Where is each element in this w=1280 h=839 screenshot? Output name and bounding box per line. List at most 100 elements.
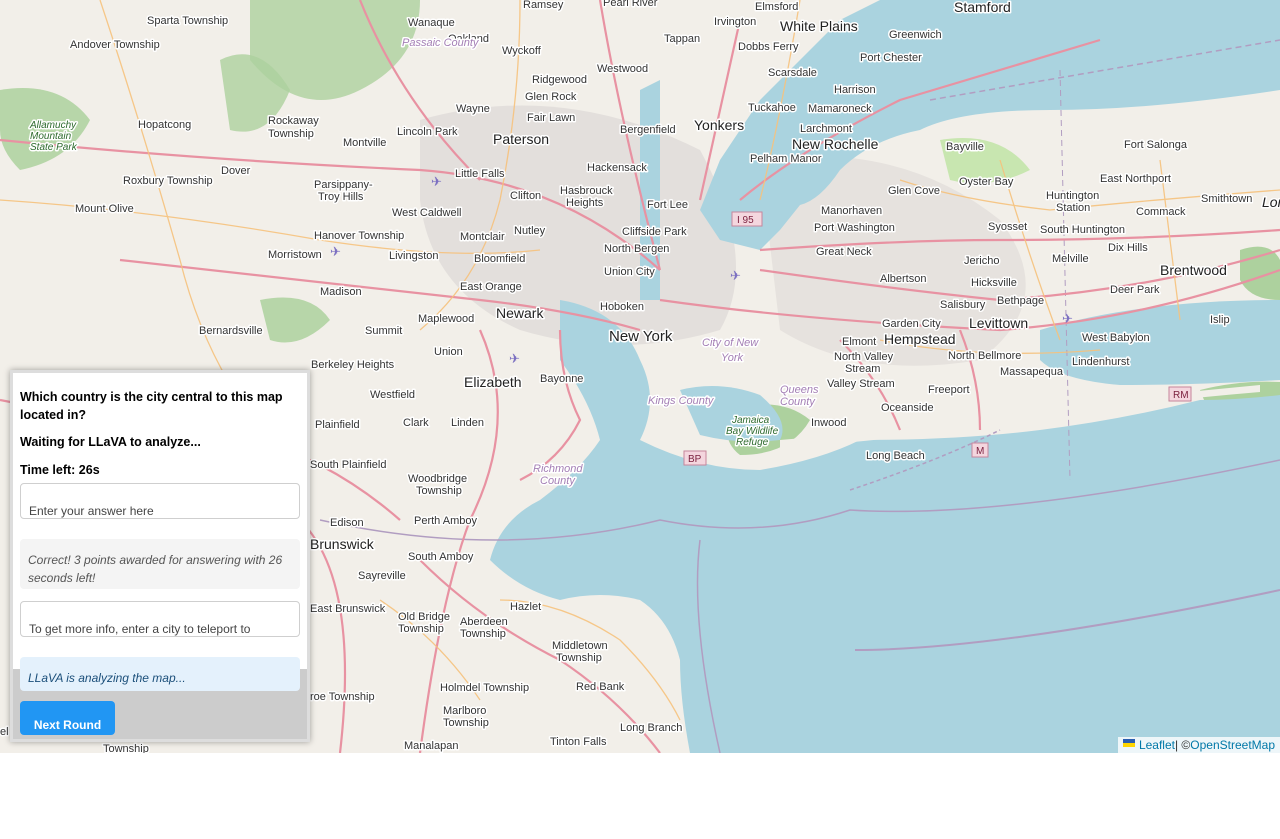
map-label: roe Township [310, 691, 375, 703]
airport-icon: ✈ [1062, 311, 1073, 326]
map-label: Dobbs Ferry [738, 41, 799, 53]
map-label: Jamaica [731, 415, 770, 426]
map-label: I 95 [737, 215, 754, 226]
map-label: Union [434, 346, 463, 358]
airport-icon: ✈ [730, 268, 741, 283]
airport-icon: ✈ [431, 174, 442, 189]
map-label: Melville [1052, 253, 1089, 265]
map-label: Summit [365, 325, 402, 337]
map-label: Bethpage [997, 295, 1044, 307]
map-label: Bayonne [540, 373, 583, 385]
map-label: New York [609, 328, 673, 345]
map-label: Oyster Bay [959, 176, 1014, 188]
map-label: Tinton Falls [550, 736, 607, 748]
map-label: Refuge [736, 437, 769, 448]
map-label: Inwood [811, 417, 846, 429]
map-label: Deer Park [1110, 284, 1160, 296]
map-label: Elizabeth [464, 374, 522, 390]
map-label: Port Washington [814, 222, 895, 234]
map-label: Tappan [664, 33, 700, 45]
map-attribution: Leaflet | © OpenStreetMap [1117, 737, 1280, 753]
teleport-input[interactable] [20, 601, 300, 637]
map-label: Parsippany- [314, 179, 373, 191]
map-label: Bernardsville [199, 325, 263, 337]
map-label: Bergenfield [620, 124, 676, 136]
map-label: Township [268, 128, 314, 140]
map-label: Freeport [928, 384, 970, 396]
map-label: City of New [702, 337, 759, 349]
airport-icon: ✈ [330, 244, 341, 259]
map-label: Fort Salonga [1124, 139, 1188, 151]
map-label: Fort Lee [647, 199, 688, 211]
map-label: North Bergen [604, 243, 669, 255]
map-label: Stream [845, 363, 880, 375]
map-label: New Rochelle [792, 136, 879, 152]
map-label: Levittown [969, 315, 1028, 331]
next-round-button[interactable]: Next Round [20, 701, 115, 735]
attribution-separator: | © [1174, 738, 1191, 752]
map-label: East Brunswick [310, 603, 386, 615]
map-label: Little Falls [455, 168, 505, 180]
map-label: Township [443, 717, 489, 729]
map-label: Station [1056, 202, 1090, 214]
map-label: Dix Hills [1108, 242, 1148, 254]
map-label: Greenwich [889, 29, 942, 41]
map-label: Glen Cove [888, 185, 940, 197]
map-label: Wyckoff [502, 45, 542, 57]
map-label: Rockaway [268, 115, 319, 127]
map-label: Woodbridge [408, 473, 467, 485]
map-label: Oceanside [881, 402, 934, 414]
map-label: South Plainfield [310, 459, 386, 471]
map-label: Paterson [493, 131, 549, 147]
map-label: Glen Rock [525, 91, 577, 103]
map-label: Ridgewood [532, 74, 587, 86]
map-label: Smithtown [1201, 193, 1252, 205]
leaflet-link[interactable]: Leaflet [1139, 737, 1175, 753]
map-label: Newark [496, 305, 544, 321]
map-label: East Orange [460, 281, 522, 293]
openstreetmap-link[interactable]: OpenStreetMap [1190, 737, 1275, 753]
map-label: North Bellmore [948, 350, 1021, 362]
map-label: Hasbrouck [560, 185, 613, 197]
map-label: Lincoln Park [397, 126, 458, 138]
map-label: Morristown [268, 249, 322, 261]
map-label: Linden [451, 417, 484, 429]
map-label: Richmond [533, 463, 583, 475]
map-label: el [0, 726, 9, 738]
map-label: East Northport [1100, 173, 1171, 185]
map-label: Maplewood [418, 313, 474, 325]
map-label: BP [688, 454, 702, 465]
map-label: County [780, 396, 816, 408]
map-label: Dover [221, 165, 251, 177]
map-label: Elmsford [755, 1, 798, 13]
map-label: Larchmont [800, 123, 852, 135]
map-label: Scarsdale [768, 67, 817, 79]
map-label: Ramsey [523, 0, 564, 11]
map-label: South Amboy [408, 551, 474, 563]
map-label: State Park [30, 142, 78, 153]
map-label: Irvington [714, 16, 756, 28]
map-label: Hempstead [884, 331, 956, 347]
map-label: Massapequa [1000, 366, 1064, 378]
map-label: Salisbury [940, 299, 986, 311]
map-label: Allamuchy [29, 120, 77, 131]
map-label: Madison [320, 286, 362, 298]
ukraine-flag-icon [1122, 739, 1135, 747]
map-label: Wayne [456, 103, 490, 115]
map-label: Lindenhurst [1072, 356, 1130, 368]
map-label: Hicksville [971, 277, 1017, 289]
map-label: Brentwood [1160, 262, 1227, 278]
map-label: Edison [330, 517, 364, 529]
map-label: Mamaroneck [808, 103, 872, 115]
map-label: Red Bank [576, 681, 625, 693]
map-label: North Valley [834, 351, 894, 363]
map-label: Harrison [834, 84, 876, 96]
map-label: Kings County [648, 395, 715, 407]
map-label: Bay Wildlife [726, 426, 779, 437]
map-label: Hanover Township [314, 230, 404, 242]
question-text: Which country is the city central to thi… [20, 390, 283, 422]
llava-status-message: LLaVA is analyzing the map... [20, 657, 300, 691]
map-label: Middletown [552, 640, 608, 652]
map-label: Elmont [842, 336, 876, 348]
answer-input[interactable] [20, 483, 300, 519]
